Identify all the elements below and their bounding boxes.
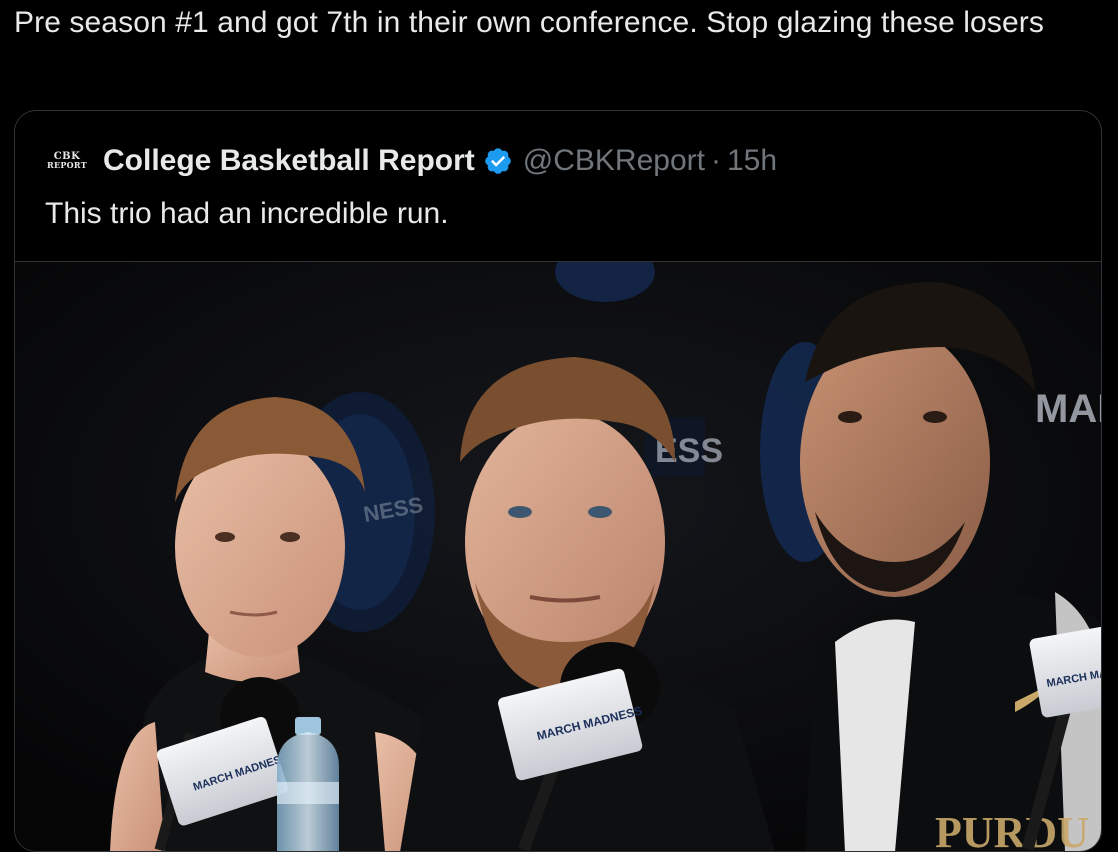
tweet-media-photo[interactable]: ESS NESS MARC <box>15 261 1101 852</box>
banner-text-marc: MARC <box>1035 387 1101 431</box>
press-conference-photo: ESS NESS MARC <box>15 262 1101 852</box>
quoted-tweet-header: CBK REPORT College Basketball Report @CB… <box>45 141 777 181</box>
timestamp[interactable]: 15h <box>727 144 777 178</box>
separator-dot: · <box>710 144 721 177</box>
post-text: Pre season #1 and got 7th in their own c… <box>14 6 1044 39</box>
quoted-tweet-card[interactable]: CBK REPORT College Basketball Report @CB… <box>14 110 1102 852</box>
avatar-text-line2: REPORT <box>47 160 87 170</box>
account-handle[interactable]: @CBKReport <box>523 144 705 178</box>
verified-badge-icon <box>484 148 511 174</box>
svg-text:PURDU: PURDU <box>935 808 1089 852</box>
account-avatar[interactable]: CBK REPORT <box>45 147 89 175</box>
display-name[interactable]: College Basketball Report <box>103 144 475 178</box>
quoted-tweet-text: This trio had an incredible run. <box>45 197 449 230</box>
